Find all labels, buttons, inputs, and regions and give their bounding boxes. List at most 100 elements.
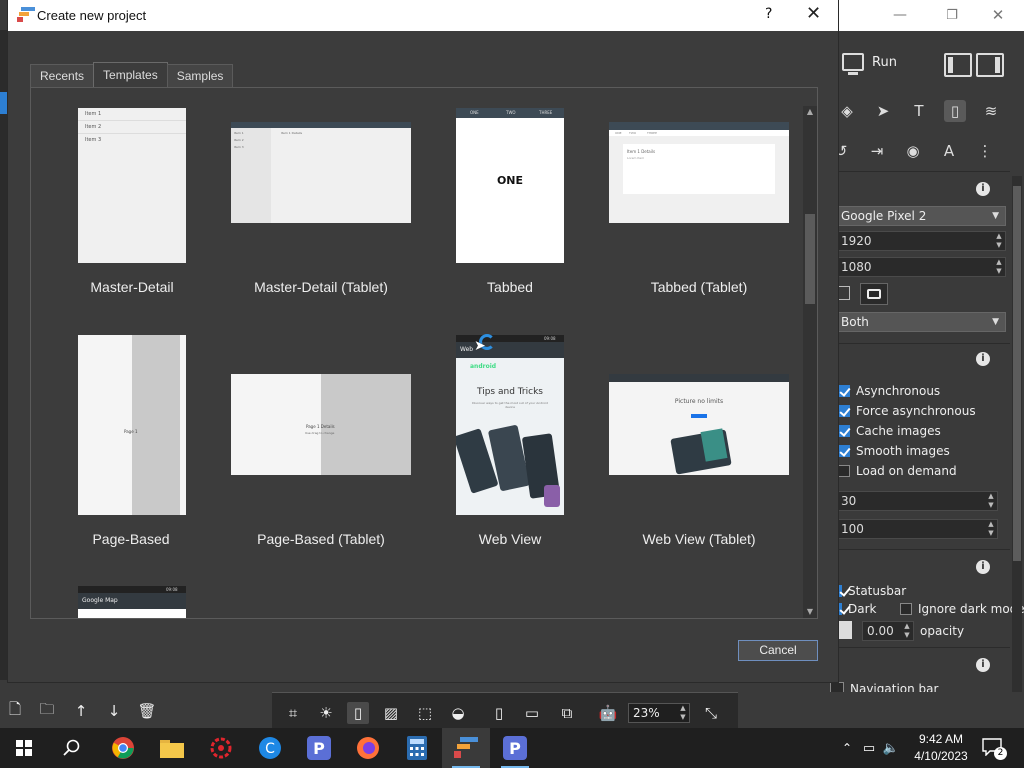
restore-icon[interactable]: ❐: [932, 2, 972, 28]
info-icon[interactable]: i: [976, 560, 990, 574]
phone-device-icon[interactable]: ▯: [944, 100, 966, 122]
numeric-field-a[interactable]: 30 ▲ ▼: [838, 491, 998, 511]
template-preview: Page 1 Details Use drag to change: [231, 374, 411, 475]
taskbar-app-red[interactable]: [197, 728, 245, 768]
taskbar-clock[interactable]: 9:42 AM 4/10/2023: [906, 731, 976, 765]
move-up-icon[interactable]: ↑: [72, 702, 90, 720]
device-section: i Google Pixel 2 ▼ 1920 ▲ ▼ 1080 ▲ ▼ Both ▼: [838, 171, 1010, 341]
multi-device-icon[interactable]: ⧉: [556, 702, 578, 724]
database-icon[interactable]: ≋: [980, 100, 1002, 122]
magnet-icon[interactable]: ◒: [447, 702, 469, 724]
spinner-icon[interactable]: ▲ ▼: [993, 258, 1005, 276]
screenshot-icon[interactable]: ⌗: [282, 702, 304, 724]
red-gear-icon: [210, 737, 232, 759]
close-icon[interactable]: ✕: [806, 3, 821, 24]
move-down-icon[interactable]: ↓: [105, 702, 123, 720]
folder-icon: [160, 740, 184, 758]
text-tool-icon[interactable]: T: [908, 100, 930, 122]
spinner-icon[interactable]: ▲ ▼: [901, 622, 913, 640]
templates-scrollbar[interactable]: ▲ ▼: [803, 106, 817, 618]
tab-recents[interactable]: Recents: [30, 64, 95, 87]
load-on-demand-checkbox[interactable]: Load on demand: [838, 464, 957, 478]
opacity-field[interactable]: 0.00 ▲ ▼: [862, 621, 914, 641]
right-panel-toggle-button[interactable]: [976, 53, 1004, 77]
orientation-dropdown[interactable]: Both ▼: [838, 312, 1006, 332]
taskbar-calculator[interactable]: [393, 728, 441, 768]
spinner-icon[interactable]: ▲ ▼: [677, 704, 689, 722]
network-icon[interactable]: ▭: [858, 741, 880, 756]
info-icon[interactable]: i: [976, 182, 990, 196]
chevron-up-icon[interactable]: ⌃: [836, 741, 858, 755]
taskbar-file-explorer[interactable]: [148, 728, 196, 768]
taskbar-app-p-running[interactable]: P: [491, 728, 539, 768]
hatch-icon[interactable]: ▨: [380, 702, 402, 724]
force-asynchronous-checkbox[interactable]: Force asynchronous: [838, 404, 976, 418]
landscape-orientation-button[interactable]: [860, 283, 888, 305]
left-side-strip: [0, 30, 8, 680]
scroll-down-icon[interactable]: ▼: [803, 606, 817, 618]
left-panel-toggle-button[interactable]: [944, 53, 972, 77]
landscape-icon: [867, 289, 881, 299]
run-button[interactable]: Run: [842, 53, 897, 75]
spinner-icon[interactable]: ▲ ▼: [993, 232, 1005, 250]
trash-icon[interactable]: 🗑: [137, 702, 156, 720]
fill-icon[interactable]: ◈: [836, 100, 858, 122]
new-folder-icon[interactable]: 🗀: [38, 700, 56, 720]
dark-checkbox[interactable]: Dark: [838, 602, 876, 616]
create-project-dialog: Create new project ? ✕ Recents Templates…: [8, 0, 838, 682]
spinner-icon[interactable]: ▲ ▼: [985, 520, 997, 538]
portrait-icon[interactable]: ▯: [488, 702, 510, 724]
help-icon[interactable]: ?: [765, 6, 772, 22]
spinner-icon[interactable]: ▲ ▼: [985, 492, 997, 510]
cache-images-checkbox[interactable]: Cache images: [838, 424, 941, 438]
zoom-field[interactable]: 23% ▲ ▼: [628, 703, 690, 723]
compass-icon[interactable]: ◉: [902, 140, 924, 162]
ignore-dark-mode-checkbox[interactable]: Ignore dark mode: [900, 602, 1024, 616]
tab-samples[interactable]: Samples: [166, 64, 234, 87]
font-size-icon[interactable]: A: [938, 140, 960, 162]
collapse-icon[interactable]: ⤡: [700, 702, 722, 724]
height-field[interactable]: 1920 ▲ ▼: [838, 231, 1006, 251]
minimize-icon[interactable]: —: [880, 2, 920, 28]
selection-icon[interactable]: ⬚: [414, 702, 436, 724]
taskbar-app-c[interactable]: C: [246, 728, 294, 768]
smooth-images-checkbox[interactable]: Smooth images: [838, 444, 950, 458]
tab-templates[interactable]: Templates: [93, 62, 168, 87]
phone-frame-icon[interactable]: ▯: [347, 702, 369, 724]
numeric-field-b[interactable]: 100 ▲ ▼: [838, 519, 998, 539]
taskbar-firefox[interactable]: [344, 728, 392, 768]
start-button[interactable]: [0, 728, 48, 768]
windows-taskbar: C P P ⌃ ▭ 🔈 9:42 AM 4/10/2023 2: [0, 728, 1024, 768]
device-dropdown[interactable]: Google Pixel 2 ▼: [838, 206, 1006, 226]
search-button[interactable]: [48, 728, 96, 768]
asynchronous-checkbox[interactable]: Asynchronous: [838, 384, 940, 398]
taskbar-chrome[interactable]: [99, 728, 147, 768]
svg-text:P: P: [313, 739, 325, 758]
scroll-up-icon[interactable]: ▲: [803, 106, 817, 118]
opacity-label: opacity: [920, 624, 965, 638]
portrait-orientation-icon[interactable]: [838, 286, 850, 300]
properties-scrollbar[interactable]: [1012, 176, 1022, 696]
p-app-icon: P: [307, 736, 331, 760]
scrollbar-thumb[interactable]: [805, 214, 815, 304]
android-icon[interactable]: 🤖: [597, 702, 619, 724]
landscape-icon[interactable]: ▭: [521, 702, 543, 724]
cancel-button[interactable]: Cancel: [738, 640, 818, 661]
info-icon[interactable]: i: [976, 658, 990, 672]
sliders-icon[interactable]: ⋮: [974, 140, 996, 162]
info-icon[interactable]: i: [976, 352, 990, 366]
volume-icon[interactable]: 🔈: [880, 741, 902, 756]
taskbar-designer-app[interactable]: [442, 728, 490, 768]
statusbar-checkbox[interactable]: Statusbar: [838, 584, 906, 598]
system-tray: ⌃ ▭ 🔈: [836, 728, 902, 768]
export-icon[interactable]: ⇥: [866, 140, 888, 162]
brightness-icon[interactable]: ☀: [315, 702, 337, 724]
color-swatch[interactable]: [838, 621, 852, 639]
pointer-icon[interactable]: ➤: [872, 100, 894, 122]
notification-center-button[interactable]: 2: [982, 738, 1007, 760]
new-file-icon[interactable]: 🗋: [6, 700, 24, 720]
close-window-icon[interactable]: ✕: [978, 2, 1018, 28]
monitor-icon: [842, 53, 864, 75]
taskbar-app-p[interactable]: P: [295, 728, 343, 768]
width-field[interactable]: 1080 ▲ ▼: [838, 257, 1006, 277]
